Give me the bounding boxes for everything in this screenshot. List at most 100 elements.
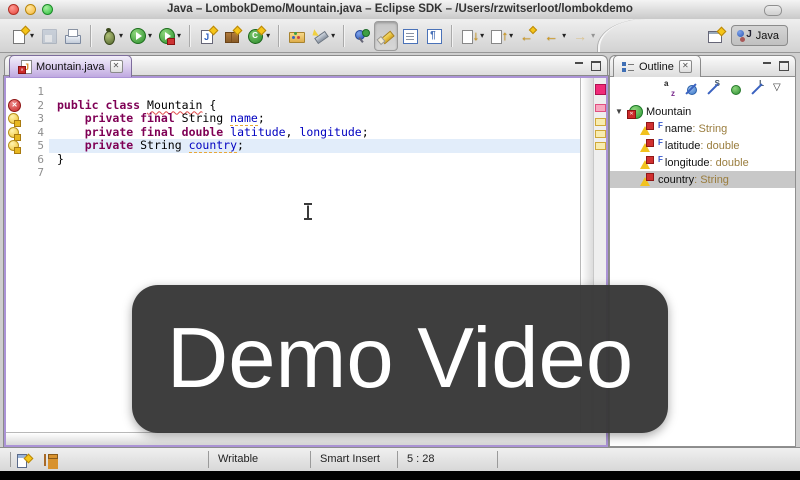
hide-non-public-icon[interactable] bbox=[728, 82, 742, 96]
toolbar-separator bbox=[278, 25, 280, 47]
show-whitespace-button[interactable] bbox=[422, 21, 446, 51]
error-marker-icon[interactable] bbox=[6, 99, 22, 113]
fast-view-icon[interactable] bbox=[16, 452, 32, 468]
code-line[interactable]: 4 private final double latitude, longitu… bbox=[6, 126, 580, 140]
sort-icon[interactable] bbox=[662, 82, 676, 96]
quickfix-bulb-icon[interactable] bbox=[6, 139, 22, 153]
debug-button[interactable]: ▾ bbox=[97, 21, 126, 51]
main-toolbar: ▾ ▾ ▾ ▾ ▾ ▾ ▾ ▾ ▾ ▾ Java bbox=[0, 19, 800, 53]
overview-warning-marker[interactable] bbox=[595, 118, 606, 126]
bottom-black-strip bbox=[0, 471, 800, 480]
run-external-tools-button[interactable]: ▾ bbox=[155, 21, 184, 51]
code-text bbox=[49, 85, 580, 99]
toolbar-separator bbox=[343, 25, 345, 47]
field-warning-icon bbox=[640, 156, 655, 169]
overview-warning-marker[interactable] bbox=[595, 142, 606, 150]
hide-local-types-icon[interactable] bbox=[750, 82, 764, 96]
editor-maximize-icon[interactable] bbox=[591, 61, 601, 71]
toolbar-toggle-button[interactable] bbox=[764, 5, 782, 16]
code-line[interactable]: 1 bbox=[6, 85, 580, 99]
code-line[interactable]: 3 private final String name; bbox=[6, 112, 580, 126]
outline-label: longitude bbox=[665, 157, 710, 169]
outline-minimize-icon[interactable] bbox=[762, 61, 772, 71]
java-perspective-button[interactable]: Java bbox=[731, 25, 788, 46]
class-error-icon bbox=[627, 105, 642, 119]
outline-item-country[interactable]: country : String bbox=[610, 171, 795, 188]
next-annotation-button[interactable]: ▾ bbox=[458, 21, 487, 51]
save-icon bbox=[40, 27, 58, 45]
field-warning-icon bbox=[640, 122, 655, 135]
expand-arrow-icon[interactable]: ▼ bbox=[615, 107, 627, 116]
quickfix-bulb-icon[interactable] bbox=[6, 112, 22, 126]
new-package-button[interactable] bbox=[220, 21, 244, 51]
outline-type: : double bbox=[710, 157, 749, 169]
debug-dropdown-arrow[interactable]: ▾ bbox=[119, 31, 123, 40]
forward-dropdown-arrow[interactable]: ▾ bbox=[591, 31, 595, 40]
line-number: 3 bbox=[22, 112, 49, 126]
forward-button: ▾ bbox=[569, 21, 598, 51]
show-selected-element-button[interactable] bbox=[398, 21, 422, 51]
new-java-project-icon bbox=[199, 27, 217, 45]
code-line[interactable]: 5 private String country; bbox=[6, 139, 580, 153]
java-perspective-icon bbox=[737, 28, 752, 43]
overview-warning-marker[interactable] bbox=[595, 130, 606, 138]
last-edit-location-button[interactable] bbox=[516, 21, 540, 51]
previous-annotation-button[interactable]: ▾ bbox=[487, 21, 516, 51]
window-title: Java – LombokDemo/Mountain.java – Eclips… bbox=[0, 0, 800, 19]
outline-item-Mountain[interactable]: ▼Mountain bbox=[610, 103, 795, 120]
toolbar-separator bbox=[189, 25, 191, 47]
back-dropdown-arrow[interactable]: ▾ bbox=[562, 31, 566, 40]
final-flag: F bbox=[658, 138, 663, 147]
print-button[interactable] bbox=[61, 21, 85, 51]
tab-mountain-java[interactable]: Mountain.java ✕ bbox=[9, 55, 132, 77]
new-class-button[interactable]: ▾ bbox=[244, 21, 273, 51]
open-type-icon bbox=[288, 27, 306, 45]
open-plugin-artifact-button[interactable] bbox=[350, 21, 374, 51]
search-dropdown-arrow[interactable]: ▾ bbox=[331, 31, 335, 40]
editor-minimize-icon[interactable] bbox=[574, 61, 584, 71]
new-java-project-button[interactable] bbox=[196, 21, 220, 51]
tab-outline[interactable]: Outline ✕ bbox=[613, 55, 701, 77]
run-external-tools-icon bbox=[158, 27, 176, 45]
mark-occurrences-button[interactable] bbox=[374, 21, 398, 51]
new-wizard-button[interactable]: ▾ bbox=[8, 21, 37, 51]
code-line[interactable]: 2public class Mountain { bbox=[6, 99, 580, 113]
open-type-button[interactable] bbox=[285, 21, 309, 51]
code-line[interactable]: 7 bbox=[6, 166, 580, 180]
demo-video-overlay: Demo Video bbox=[132, 285, 668, 433]
previous-annotation-dropdown-arrow[interactable]: ▾ bbox=[509, 31, 513, 40]
view-tray-icon[interactable] bbox=[42, 452, 58, 468]
search-button[interactable]: ▾ bbox=[309, 21, 338, 51]
gutter bbox=[6, 153, 22, 167]
hide-fields-icon[interactable] bbox=[684, 82, 698, 96]
code-line[interactable]: 6} bbox=[6, 153, 580, 167]
last-edit-location-icon bbox=[519, 27, 537, 45]
view-menu-icon[interactable] bbox=[772, 82, 786, 96]
horizontal-scrollbar[interactable] bbox=[6, 432, 606, 445]
code-text: private final double latitude, longitude… bbox=[49, 126, 580, 140]
open-perspective-icon[interactable] bbox=[707, 27, 725, 45]
outline-close-icon[interactable]: ✕ bbox=[679, 60, 692, 73]
status-bar: Writable Smart Insert 5 : 28 bbox=[0, 447, 800, 472]
overview-status-marker bbox=[595, 84, 606, 95]
outline-item-longitude[interactable]: Flongitude : double bbox=[610, 154, 795, 171]
back-button[interactable]: ▾ bbox=[540, 21, 569, 51]
line-number: 1 bbox=[22, 85, 49, 99]
hide-static-icon[interactable] bbox=[706, 82, 720, 96]
show-whitespace-icon bbox=[425, 27, 443, 45]
outline-item-name[interactable]: Fname : String bbox=[610, 120, 795, 137]
new-class-dropdown-arrow[interactable]: ▾ bbox=[266, 31, 270, 40]
next-annotation-icon bbox=[461, 27, 479, 45]
outline-toolbar bbox=[610, 77, 795, 101]
run-dropdown-arrow[interactable]: ▾ bbox=[148, 31, 152, 40]
run-external-tools-dropdown-arrow[interactable]: ▾ bbox=[177, 31, 181, 40]
run-button[interactable]: ▾ bbox=[126, 21, 155, 51]
quickfix-bulb-icon[interactable] bbox=[6, 126, 22, 140]
overview-error-marker[interactable] bbox=[595, 104, 606, 112]
outline-item-latitude[interactable]: Flatitude : double bbox=[610, 137, 795, 154]
new-wizard-dropdown-arrow[interactable]: ▾ bbox=[30, 31, 34, 40]
tab-close-icon[interactable]: ✕ bbox=[110, 60, 123, 73]
outline-maximize-icon[interactable] bbox=[779, 61, 789, 71]
toolbar-items: ▾ ▾ ▾ ▾ ▾ ▾ ▾ ▾ ▾ ▾ bbox=[8, 21, 598, 51]
next-annotation-dropdown-arrow[interactable]: ▾ bbox=[480, 31, 484, 40]
